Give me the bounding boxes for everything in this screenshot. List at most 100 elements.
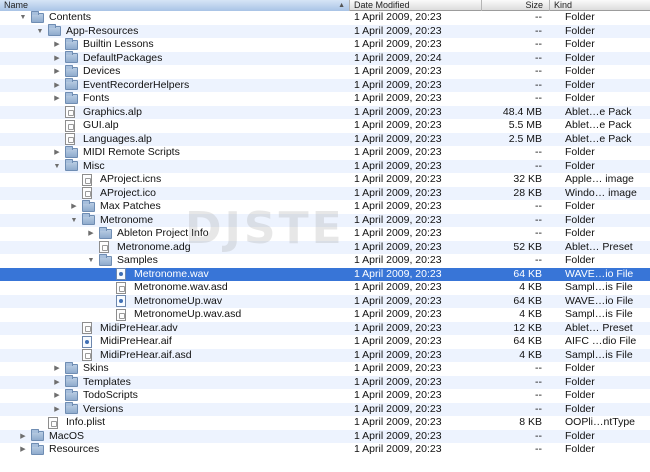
list-row[interactable]: ▶ Skins 1 April 2009, 20:23 -- Folder: [0, 361, 650, 376]
column-header-kind[interactable]: Kind: [549, 0, 650, 11]
disclosure-closed-icon[interactable]: ▶: [18, 430, 28, 444]
file-size: --: [535, 443, 542, 455]
name-cell: Info.plist: [0, 416, 349, 430]
list-row[interactable]: ▼ Samples 1 April 2009, 20:23 -- Folder: [0, 253, 650, 268]
date-modified: 1 April 2009, 20:23: [354, 321, 442, 334]
column-header-size[interactable]: Size: [481, 0, 549, 11]
disclosure-open-icon[interactable]: ▼: [69, 214, 79, 228]
list-row[interactable]: ▶ Versions 1 April 2009, 20:23 -- Folder: [0, 402, 650, 417]
document-icon: [116, 281, 126, 294]
list-row[interactable]: ▶ Fonts 1 April 2009, 20:23 -- Folder: [0, 91, 650, 106]
list-row[interactable]: ▶ Ableton Project Info 1 April 2009, 20:23…: [0, 226, 650, 241]
name-cell: ▶ TodoScripts: [0, 388, 349, 403]
name-cell: ▼ Metronome: [0, 213, 349, 228]
disclosure-open-icon[interactable]: ▼: [35, 25, 45, 39]
list-row[interactable]: ▶ MacOS 1 April 2009, 20:23 -- Folder: [0, 429, 650, 444]
date-modified: 1 April 2009, 20:23: [354, 132, 442, 145]
file-name: DefaultPackages: [83, 51, 163, 64]
disclosure-closed-icon[interactable]: ▶: [86, 227, 96, 241]
list-row[interactable]: ▶ Resources 1 April 2009, 20:23 -- Folder: [0, 442, 650, 457]
column-header-name[interactable]: Name ▲: [0, 0, 349, 11]
document-icon: [65, 119, 75, 132]
list-row[interactable]: Info.plist 1 April 2009, 20:23 8 KB OOPli…n…: [0, 416, 650, 430]
file-name: Metronome.adg: [117, 240, 191, 253]
date-modified: 1 April 2009, 20:23: [354, 294, 442, 307]
date-modified: 1 April 2009, 20:23: [354, 254, 442, 266]
list-row[interactable]: ▶ TodoScripts 1 April 2009, 20:23 -- Folder: [0, 388, 650, 403]
name-cell: AProject.ico: [0, 187, 349, 201]
list-row[interactable]: ▶ MIDI Remote Scripts 1 April 2009, 20:23 -…: [0, 145, 650, 160]
list-row[interactable]: ▶ Builtin Lessons 1 April 2009, 20:23 -- Fol…: [0, 37, 650, 52]
audio-file-icon: [116, 268, 126, 280]
name-cell: ▶ Builtin Lessons: [0, 37, 349, 52]
list-row[interactable]: MidiPreHear.aif.asd 1 April 2009, 20:23 4 …: [0, 348, 650, 362]
disclosure-closed-icon[interactable]: ▶: [69, 200, 79, 214]
list-row[interactable]: Metronome.wav.asd 1 April 2009, 20:23 4 KB…: [0, 281, 650, 295]
date-modified: 1 April 2009, 20:23: [354, 119, 442, 131]
disclosure-closed-icon[interactable]: ▶: [52, 38, 62, 52]
file-name: MidiPreHear.aif.asd: [100, 348, 192, 361]
list-row[interactable]: ▶ Devices 1 April 2009, 20:23 -- Folder: [0, 64, 650, 79]
list-row[interactable]: ▼ Contents 1 April 2009, 20:23 -- Folder: [0, 10, 650, 25]
list-row[interactable]: MidiPreHear.aif 1 April 2009, 20:23 64 KB A…: [0, 335, 650, 349]
name-cell: ▶ Skins: [0, 361, 349, 376]
file-name: Languages.alp: [83, 132, 152, 145]
list-row[interactable]: Graphics.alp 1 April 2009, 20:23 48.4 MB Ab…: [0, 105, 650, 119]
list-row[interactable]: AProject.icns 1 April 2009, 20:23 32 KB App…: [0, 173, 650, 187]
file-name: MacOS: [49, 429, 85, 442]
list-row[interactable]: ▼ App-Resources 1 April 2009, 20:23 -- Folde…: [0, 24, 650, 39]
file-size: --: [535, 213, 542, 226]
list-row[interactable]: ▼ Misc 1 April 2009, 20:23 -- Folder: [0, 159, 650, 174]
column-header-date[interactable]: Date Modified: [349, 0, 481, 11]
disclosure-closed-icon[interactable]: ▶: [52, 403, 62, 417]
file-name: Samples: [117, 254, 158, 266]
document-icon: [82, 173, 92, 186]
list-row[interactable]: MidiPreHear.adv 1 April 2009, 20:23 12 KB A…: [0, 321, 650, 335]
file-kind: Folder: [565, 443, 595, 455]
document-icon: [65, 133, 75, 145]
file-name: Metronome: [100, 213, 154, 226]
file-size: 2.5 MB: [508, 132, 542, 145]
file-size: --: [535, 65, 542, 77]
list-row-selected[interactable]: Metronome.wav 1 April 2009, 20:23 64 KB WAV…: [0, 267, 650, 281]
file-kind: Folder: [565, 38, 595, 50]
name-cell: ▼ Misc: [0, 159, 349, 174]
file-size: 48.4 MB: [502, 105, 542, 118]
disclosure-closed-icon[interactable]: ▶: [52, 52, 62, 66]
disclosure-open-icon[interactable]: ▼: [52, 160, 62, 174]
name-cell: MetronomeUp.wav.asd: [0, 308, 349, 322]
disclosure-closed-icon[interactable]: ▶: [52, 79, 62, 93]
list-row[interactable]: ▶ Max Patches 1 April 2009, 20:23 -- Folder: [0, 199, 650, 214]
date-modified: 1 April 2009, 20:23: [354, 24, 442, 37]
file-kind: WAVE…io File: [565, 267, 634, 280]
disclosure-closed-icon[interactable]: ▶: [18, 443, 28, 457]
folder-icon: [65, 361, 78, 374]
file-kind: Folder: [565, 402, 595, 415]
list-row[interactable]: ▼ Metronome 1 April 2009, 20:23 -- Folder: [0, 213, 650, 228]
file-name: Metronome.wav: [134, 267, 209, 280]
list-row[interactable]: ▶ EventRecorderHelpers 1 April 2009, 20:23…: [0, 78, 650, 93]
disclosure-closed-icon[interactable]: ▶: [52, 146, 62, 160]
disclosure-closed-icon[interactable]: ▶: [52, 389, 62, 403]
folder-icon: [65, 37, 78, 50]
list-row[interactable]: Languages.alp 1 April 2009, 20:23 2.5 MB Ab…: [0, 132, 650, 146]
folder-icon: [65, 375, 78, 387]
file-size: 32 KB: [513, 173, 542, 185]
disclosure-closed-icon[interactable]: ▶: [52, 92, 62, 106]
file-size: 28 KB: [513, 186, 542, 199]
disclosure-open-icon[interactable]: ▼: [18, 11, 28, 25]
list-row[interactable]: ▶ DefaultPackages 1 April 2009, 20:24 -- Fol…: [0, 51, 650, 66]
file-name: GUI.alp: [83, 119, 119, 131]
disclosure-closed-icon[interactable]: ▶: [52, 362, 62, 376]
list-row[interactable]: Metronome.adg 1 April 2009, 20:23 52 KB Abl…: [0, 240, 650, 254]
file-kind: OOPli…ntType: [565, 416, 636, 428]
disclosure-closed-icon[interactable]: ▶: [52, 65, 62, 79]
list-row[interactable]: GUI.alp 1 April 2009, 20:23 5.5 MB Ablet…e …: [0, 119, 650, 133]
list-row[interactable]: MetronomeUp.wav.asd 1 April 2009, 20:23 4 …: [0, 308, 650, 322]
disclosure-open-icon[interactable]: ▼: [86, 254, 96, 268]
date-modified: 1 April 2009, 20:23: [354, 429, 442, 442]
disclosure-closed-icon[interactable]: ▶: [52, 376, 62, 390]
list-row[interactable]: AProject.ico 1 April 2009, 20:23 28 KB Wind…: [0, 186, 650, 201]
list-row[interactable]: ▶ Templates 1 April 2009, 20:23 -- Folder: [0, 375, 650, 390]
list-row[interactable]: MetronomeUp.wav 1 April 2009, 20:23 64 KB W…: [0, 294, 650, 308]
